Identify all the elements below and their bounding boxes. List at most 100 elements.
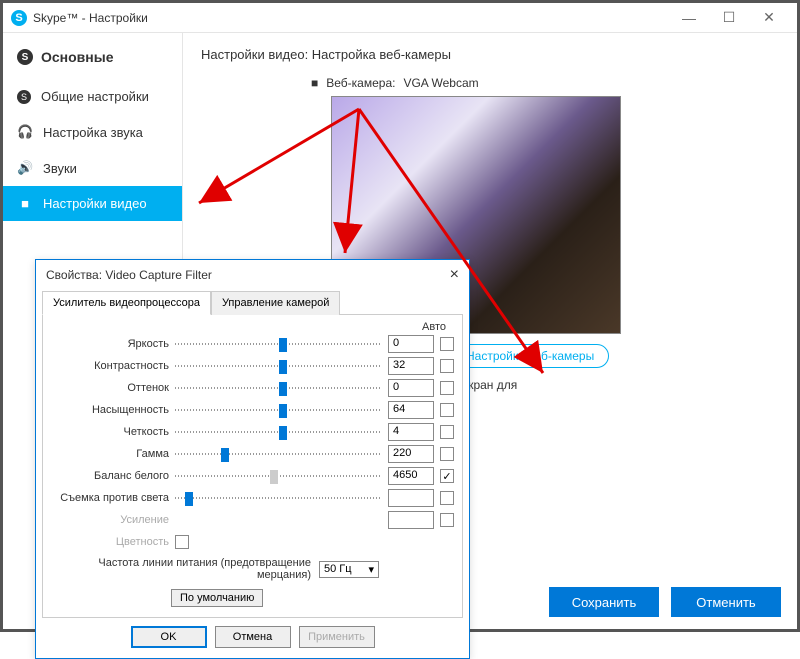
window-titlebar: S Skype™ - Настройки — ☐ ✕: [3, 3, 797, 33]
slider-thumb[interactable]: [270, 470, 278, 484]
dialog-cancel-button[interactable]: Отмена: [215, 626, 291, 648]
sidebar-item-general[interactable]: S Общие настройки: [3, 79, 182, 114]
sidebar-header: S Основные: [3, 41, 182, 79]
slider-value[interactable]: 4: [388, 423, 434, 441]
cancel-button[interactable]: Отменить: [671, 587, 781, 617]
dialog-titlebar[interactable]: Свойства: Video Capture Filter ×: [36, 260, 469, 290]
sidebar-item-label: Звуки: [43, 161, 77, 176]
close-button[interactable]: ✕: [749, 4, 789, 32]
slider-row-5: Гамма 220: [51, 443, 454, 465]
slider-value[interactable]: 64: [388, 401, 434, 419]
sidebar-item-sounds[interactable]: 🔊 Звуки: [3, 150, 182, 186]
slider-track[interactable]: [175, 380, 382, 396]
auto-checkbox[interactable]: [440, 425, 454, 439]
ok-button[interactable]: OK: [131, 626, 207, 648]
auto-header: Авто: [51, 321, 454, 333]
camera-icon: ■: [17, 196, 33, 211]
auto-checkbox[interactable]: [440, 447, 454, 461]
slider-label: Оттенок: [51, 382, 169, 394]
tab-body: Авто Яркость0 Контрастность 32 Оттенок 0 Насы…: [42, 314, 463, 618]
slider-label: Четкость: [51, 426, 169, 438]
slider-value[interactable]: 220: [388, 445, 434, 463]
webcam-selector-row: ■ Веб-камера: VGA Webcam: [311, 76, 779, 90]
slider-thumb[interactable]: [279, 360, 287, 374]
apply-button[interactable]: Применить: [299, 626, 375, 648]
save-button[interactable]: Сохранить: [549, 587, 659, 617]
slider-thumb[interactable]: [279, 404, 287, 418]
slider-thumb[interactable]: [279, 426, 287, 440]
minimize-button[interactable]: —: [669, 4, 709, 32]
slider-track[interactable]: [175, 402, 382, 418]
webcam-name[interactable]: VGA Webcam: [403, 76, 478, 90]
skype-icon: S: [17, 49, 33, 65]
slider-track[interactable]: [175, 336, 382, 352]
slider-value[interactable]: 0: [388, 379, 434, 397]
sidebar-item-video[interactable]: ■ Настройки видео: [3, 186, 182, 221]
speaker-icon: 🔊: [17, 160, 33, 176]
skype-icon: S: [17, 90, 31, 104]
freq-label: Частота линии питания (предотвращение ме…: [51, 557, 311, 581]
slider-row-8: Усиление: [51, 509, 454, 531]
webcam-settings-button[interactable]: Настройки веб-камеры: [451, 344, 609, 368]
freq-value: 50 Гц: [324, 563, 352, 575]
sidebar-header-label: Основные: [41, 49, 114, 65]
dialog-close-icon[interactable]: ×: [450, 266, 459, 284]
slider-label: Гамма: [51, 448, 169, 460]
slider-value[interactable]: 32: [388, 357, 434, 375]
auto-checkbox[interactable]: [440, 359, 454, 373]
auto-checkbox[interactable]: [440, 491, 454, 505]
slider-thumb[interactable]: [279, 382, 287, 396]
slider-thumb[interactable]: [221, 448, 229, 462]
slider-track[interactable]: [175, 358, 382, 374]
slider-value[interactable]: 0: [388, 335, 434, 353]
slider-track[interactable]: [175, 446, 382, 462]
video-properties-dialog: Свойства: Video Capture Filter × Усилите…: [35, 259, 470, 659]
slider-value[interactable]: 4650: [388, 467, 434, 485]
slider-label: Цветность: [51, 536, 169, 548]
dialog-buttons: OK Отмена Применить: [36, 618, 469, 658]
slider-label: Усиление: [51, 514, 169, 526]
sidebar-item-label: Настройки видео: [43, 196, 147, 211]
auto-checkbox[interactable]: [440, 513, 454, 527]
slider-label: Насыщенность: [51, 404, 169, 416]
auto-checkbox[interactable]: ✓: [440, 469, 454, 483]
freq-select[interactable]: 50 Гц ▾: [319, 561, 379, 578]
auto-checkbox[interactable]: [440, 403, 454, 417]
chevron-down-icon: ▾: [368, 563, 374, 576]
slider-row-0: Яркость0: [51, 333, 454, 355]
auto-checkbox[interactable]: [440, 337, 454, 351]
maximize-button[interactable]: ☐: [709, 4, 749, 32]
dialog-tabs: Усилитель видеопроцессора Управление кам…: [36, 290, 469, 314]
sidebar-item-audio[interactable]: 🎧 Настройка звука: [3, 114, 182, 150]
sidebar-item-label: Общие настройки: [41, 89, 149, 104]
slider-value[interactable]: [388, 489, 434, 507]
camera-icon: ■: [311, 76, 318, 90]
slider-track: [175, 512, 382, 528]
slider-track[interactable]: [175, 424, 382, 440]
tab-video-proc-amp[interactable]: Усилитель видеопроцессора: [42, 291, 211, 315]
content-title: Настройки видео: Настройка веб-камеры: [201, 47, 779, 62]
slider-value[interactable]: [388, 511, 434, 529]
slider-label: Контрастность: [51, 360, 169, 372]
slider-label: Съемка против света: [51, 492, 169, 504]
slider-row-3: Насыщенность 64: [51, 399, 454, 421]
window-title: Skype™ - Настройки: [33, 11, 669, 25]
colorfulness-checkbox[interactable]: [175, 535, 189, 549]
slider-row-2: Оттенок 0: [51, 377, 454, 399]
power-line-frequency-row: Частота линии питания (предотвращение ме…: [51, 557, 454, 581]
default-button[interactable]: По умолчанию: [171, 589, 263, 607]
webcam-label: Веб-камера:: [326, 76, 395, 90]
skype-logo-icon: S: [11, 10, 27, 26]
dialog-title-text: Свойства: Video Capture Filter: [46, 268, 212, 282]
slider-thumb[interactable]: [185, 492, 193, 506]
slider-label: Баланс белого: [51, 470, 169, 482]
slider-row-6: Баланс белого 4650 ✓: [51, 465, 454, 487]
truncated-text: ровать экран для: [421, 378, 779, 392]
slider-track[interactable]: [175, 468, 382, 484]
headphones-icon: 🎧: [17, 124, 33, 140]
slider-row-9: Цветность: [51, 531, 454, 553]
auto-checkbox[interactable]: [440, 381, 454, 395]
slider-thumb[interactable]: [279, 338, 287, 352]
slider-track[interactable]: [175, 490, 382, 506]
tab-camera-control[interactable]: Управление камерой: [211, 291, 340, 315]
